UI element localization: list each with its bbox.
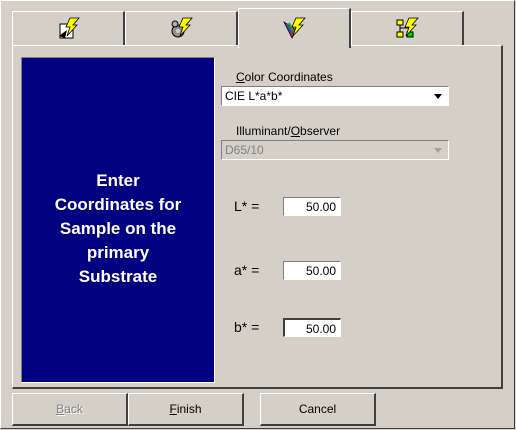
a-star-input[interactable]: 50.00: [283, 261, 341, 280]
tab-structure[interactable]: [351, 11, 464, 46]
b-star-label: b* =: [234, 319, 260, 335]
illuminant-observer-label: Illuminant/Observer: [236, 124, 341, 138]
color-coordinates-select[interactable]: CIE L*a*b*: [221, 86, 449, 106]
l-star-label: L* =: [234, 198, 260, 214]
l-star-input[interactable]: 50.00: [283, 197, 341, 216]
b-star-input[interactable]: 50.00: [283, 318, 341, 337]
lightning-tree-icon: [396, 17, 419, 38]
tab-sample-page[interactable]: [12, 11, 125, 46]
lightning-gear-icon: [171, 17, 193, 38]
finish-button[interactable]: Finish: [128, 393, 244, 426]
instruction-panel: Enter Coordinates for Sample on the prim…: [21, 57, 215, 383]
wizard-window: Enter Coordinates for Sample on the prim…: [0, 0, 515, 429]
chevron-down-icon[interactable]: [430, 88, 446, 104]
back-button[interactable]: Back: [12, 393, 128, 426]
tab-settings[interactable]: [125, 11, 238, 46]
instruction-text: Enter Coordinates for Sample on the prim…: [54, 171, 182, 286]
wizard-panel: Enter Coordinates for Sample on the prim…: [12, 45, 503, 389]
color-coordinates-value: CIE L*a*b*: [225, 89, 283, 103]
illuminant-observer-select: D65/10: [221, 140, 449, 160]
lightning-color-icon: [282, 17, 306, 39]
illuminant-observer-value: D65/10: [225, 143, 264, 157]
chevron-down-icon: [430, 142, 446, 158]
lightning-page-icon: [59, 17, 80, 39]
cancel-button[interactable]: Cancel: [260, 393, 376, 426]
tab-color-coordinates[interactable]: [238, 8, 351, 48]
tab-strip: [12, 8, 503, 48]
a-star-label: a* =: [234, 262, 260, 278]
color-coordinates-label: Color Coordinates: [236, 70, 333, 84]
